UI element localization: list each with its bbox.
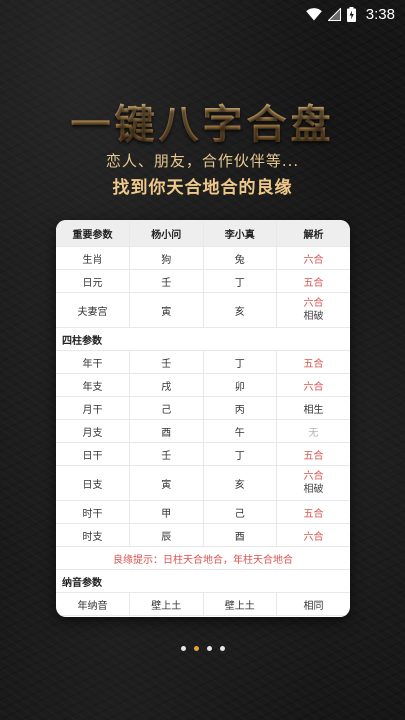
cell-person-b: 丁: [202, 442, 277, 466]
cell-result: 六合 相破: [276, 465, 350, 501]
header-param: 重要参数: [56, 220, 130, 247]
cell-person-a: 寅: [129, 292, 203, 328]
cell-person-a: 寅: [129, 465, 203, 501]
table-row: 年支戌卯六合: [56, 373, 350, 397]
cell-person-b: 兔: [202, 246, 277, 270]
cell-person-b: 酉: [202, 523, 277, 547]
cell-param: 日支: [56, 465, 130, 501]
hero-title: 一键八字合盘: [0, 92, 405, 150]
table-row: 月干己丙相生: [56, 396, 350, 420]
table-row: 月支酉午无: [56, 419, 350, 443]
cell-person-a: 壬: [129, 350, 203, 374]
table-row: 日支寅亥六合 相破: [56, 465, 350, 501]
cell-person-b: 亥: [202, 465, 277, 501]
header-person-a: 杨小问: [129, 220, 203, 247]
section-sizhu: 四柱参数: [56, 327, 350, 351]
comparison-card: 重要参数 杨小问 李小真 解析 生肖狗兔六合 日元壬丁五合 夫妻宫寅亥六合 相破 四柱参…: [56, 220, 350, 617]
cell-result: 五合: [276, 350, 350, 374]
cell-param: 年干: [56, 350, 130, 374]
cell-param: 月干: [56, 396, 130, 420]
cell-param: 夫妻宫: [56, 292, 130, 328]
page-dot[interactable]: [193, 646, 199, 651]
page-dot[interactable]: [180, 646, 186, 651]
cell-param: 时干: [56, 500, 130, 524]
section-nayin-label: 纳音参数: [56, 569, 350, 593]
page-indicator: [0, 646, 405, 651]
comparison-table: 重要参数 杨小问 李小真 解析 生肖狗兔六合 日元壬丁五合 夫妻宫寅亥六合 相破 四柱参…: [56, 220, 350, 616]
section-nayin: 纳音参数: [56, 569, 350, 593]
hint-row: 良缘提示：日柱天合地合，年柱天合地合: [56, 546, 350, 570]
page-dot[interactable]: [219, 646, 225, 651]
table-row: 日干壬丁五合: [56, 442, 350, 466]
table-row: 生肖狗兔六合: [56, 246, 350, 270]
table-row: 时干甲己五合: [56, 500, 350, 524]
table-row: 年纳音 壁上土 壁上土 相同: [56, 592, 350, 616]
status-time: 3:38: [365, 5, 395, 23]
header-analysis: 解析: [276, 220, 350, 247]
cell-param: 年纳音: [56, 592, 130, 616]
cell-person-a: 狗: [129, 246, 203, 270]
cell-param: 时支: [56, 523, 130, 547]
section-sizhu-label: 四柱参数: [56, 327, 350, 351]
cell-person-a: 辰: [129, 523, 203, 547]
hero-tagline: 找到你天合地合的良缘: [112, 178, 293, 198]
cell-result: 五合: [276, 442, 350, 466]
wifi-icon: [305, 7, 322, 21]
hint-text: 良缘提示：日柱天合地合，年柱天合地合: [56, 546, 350, 570]
result-value: 相破: [303, 311, 324, 322]
cell-person-b: 壁上土: [202, 592, 277, 616]
cell-param: 月支: [56, 419, 130, 443]
cell-person-b: 己: [202, 500, 277, 524]
result-value: 六合: [303, 471, 324, 482]
cell-person-a: 己: [129, 396, 203, 420]
table-row: 夫妻宫寅亥六合 相破: [56, 292, 350, 328]
cell-person-b: 卯: [202, 373, 277, 397]
result-value: 六合: [303, 298, 324, 309]
cell-result: 无: [276, 419, 350, 443]
cell-person-b: 丙: [202, 396, 277, 420]
cell-param: 年支: [56, 373, 130, 397]
cell-param: 生肖: [56, 246, 130, 270]
cell-result: 六合: [276, 373, 350, 397]
cell-result: 相生: [276, 396, 350, 420]
cell-person-a: 壬: [129, 442, 203, 466]
header-person-b: 李小真: [202, 220, 277, 247]
cell-person-b: 丁: [202, 269, 277, 293]
result-stack: 六合 相破: [277, 297, 350, 323]
cell-result: 五合: [276, 269, 350, 293]
hero-subtitle: 恋人、朋友，合作伙伴等...: [105, 152, 300, 170]
result-stack: 六合 相破: [277, 470, 350, 496]
signal-icon: [327, 7, 341, 21]
battery-charging-icon: [346, 6, 356, 22]
cell-result: 五合: [276, 500, 350, 524]
table-row: 年干壬丁五合: [56, 350, 350, 374]
cell-person-a: 壁上土: [129, 592, 203, 616]
cell-result: 六合: [276, 246, 350, 270]
cell-person-a: 戌: [129, 373, 203, 397]
table-row: 时支辰酉六合: [56, 523, 350, 547]
cell-person-b: 午: [202, 419, 277, 443]
cell-result: 相同: [276, 592, 350, 616]
result-value: 相破: [303, 484, 324, 495]
cell-person-b: 亥: [202, 292, 277, 328]
page-dot[interactable]: [206, 646, 212, 651]
cell-person-a: 酉: [129, 419, 203, 443]
cell-result: 六合: [276, 523, 350, 547]
cell-param: 日干: [56, 442, 130, 466]
table-row: 日元壬丁五合: [56, 269, 350, 293]
table-body: 生肖狗兔六合 日元壬丁五合 夫妻宫寅亥六合 相破 四柱参数 年干壬丁五合 年支戌卯六合 月干己…: [56, 246, 350, 616]
cell-person-a: 甲: [129, 500, 203, 524]
cell-param: 日元: [56, 269, 130, 293]
table-header-row: 重要参数 杨小问 李小真 解析: [56, 220, 350, 247]
cell-person-a: 壬: [129, 269, 203, 293]
cell-result: 六合 相破: [276, 292, 350, 328]
status-bar: 3:38: [0, 0, 405, 28]
cell-person-b: 丁: [202, 350, 277, 374]
